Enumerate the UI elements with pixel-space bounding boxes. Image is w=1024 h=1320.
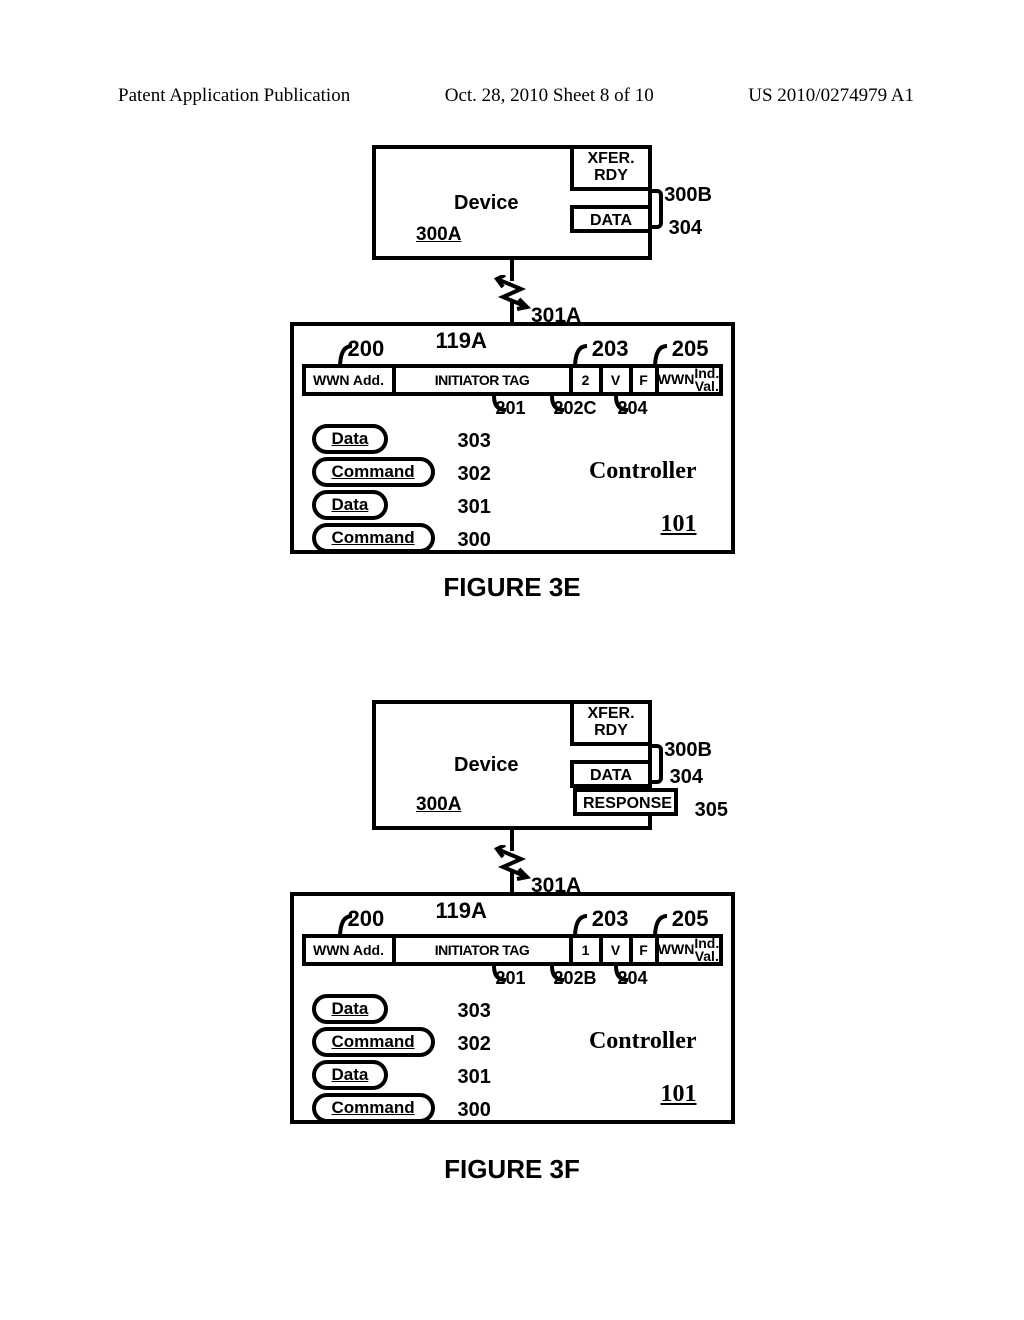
rdy-text: RDY	[580, 723, 642, 740]
controller-box: 119A 200 203 205 WWN Add. INITIATOR TAG …	[290, 322, 735, 554]
device-ref: 300A	[416, 794, 461, 816]
queue-row: Data 303	[312, 994, 435, 1024]
cell-count: 1	[569, 934, 603, 966]
figure-3e: Device 300A XFER. RDY DATA 300B 304 301A…	[0, 145, 1024, 603]
controller-ref: 101	[661, 511, 697, 538]
queue-pill: Command	[312, 1093, 435, 1123]
cell-ind-line1: WWN	[658, 943, 695, 956]
ref-205: 205	[672, 336, 709, 362]
cell-initiator-tag: INITIATOR TAG	[392, 364, 573, 396]
controller-ref: 101	[661, 1081, 697, 1108]
device-box: Device 300A XFER. RDY DATA RESPONSE 300B…	[372, 700, 652, 830]
figure-3f: Device 300A XFER. RDY DATA RESPONSE 300B…	[0, 700, 1024, 1185]
connector: 301A	[507, 259, 517, 324]
queue-ref: 301	[458, 496, 491, 519]
bracket-300b	[649, 744, 663, 784]
connector: 301A	[507, 829, 517, 894]
ref-305: 305	[695, 799, 728, 822]
ref-200: 200	[348, 336, 385, 362]
queue-stack: Data 303 Command 302 Data 301 Command 30…	[312, 994, 435, 1126]
queue-pill: Data	[312, 994, 389, 1024]
cell-count: 2	[569, 364, 603, 396]
tag-row: WWN Add. INITIATOR TAG 1 V F WWN Ind. Va…	[302, 934, 723, 966]
device-box: Device 300A XFER. RDY DATA 300B 304	[372, 145, 652, 260]
ref-300b: 300B	[664, 184, 712, 207]
figure-caption: FIGURE 3F	[444, 1154, 580, 1185]
ref-201: 201	[496, 398, 526, 419]
ref-200: 200	[348, 906, 385, 932]
cell-wwn-ind-val: WWN Ind. Val.	[655, 934, 723, 966]
queue-pill: Command	[312, 523, 435, 553]
page-header: Patent Application Publication Oct. 28, …	[0, 85, 1024, 107]
ref-304: 304	[669, 217, 702, 240]
cell-wwn-add: WWN Add.	[302, 934, 396, 966]
response-cell: RESPONSE	[573, 788, 678, 816]
cell-ind-line2: Ind. Val.	[694, 367, 719, 394]
header-right: US 2010/0274979 A1	[748, 85, 914, 107]
controller-label: Controller	[589, 458, 697, 485]
bracket-300b	[649, 189, 663, 229]
cell-v: V	[599, 364, 633, 396]
queue-row: Command 302	[312, 1027, 435, 1057]
ref-300b: 300B	[664, 739, 712, 762]
device-ref: 300A	[416, 224, 461, 246]
ref-204: 204	[618, 398, 648, 419]
queue-ref: 302	[458, 463, 491, 486]
rdy-text: RDY	[580, 168, 642, 185]
xfer-rdy-cell: XFER. RDY	[570, 700, 652, 746]
header-center: Oct. 28, 2010 Sheet 8 of 10	[445, 85, 654, 107]
queue-row: Data 301	[312, 1060, 435, 1090]
cell-ind-line2: Ind. Val.	[694, 937, 719, 964]
queue-ref: 303	[458, 1000, 491, 1023]
data-cell: DATA	[570, 205, 652, 233]
ref-204: 204	[618, 968, 648, 989]
device-label: Device	[454, 754, 519, 777]
queue-ref: 300	[458, 529, 491, 552]
queue-pill: Command	[312, 1027, 435, 1057]
ref-203: 203	[592, 336, 629, 362]
queue-row: Data 301	[312, 490, 435, 520]
controller-label: Controller	[589, 1028, 697, 1055]
queue-ref: 302	[458, 1033, 491, 1056]
connector-line-bottom	[510, 302, 514, 324]
queue-ref: 301	[458, 1066, 491, 1089]
queue-pill: Data	[312, 424, 389, 454]
queue-row: Data 303	[312, 424, 435, 454]
ref-202: 202B	[554, 968, 597, 989]
device-label: Device	[454, 192, 519, 215]
tag-row: WWN Add. INITIATOR TAG 2 V F WWN Ind. Va…	[302, 364, 723, 396]
ref-203: 203	[592, 906, 629, 932]
cell-initiator-tag: INITIATOR TAG	[392, 934, 573, 966]
ref-119a: 119A	[436, 328, 487, 354]
ref-202: 202C	[554, 398, 597, 419]
connector-line-bottom	[510, 872, 514, 894]
cell-wwn-add: WWN Add.	[302, 364, 396, 396]
cell-wwn-ind-val: WWN Ind. Val.	[655, 364, 723, 396]
queue-pill: Data	[312, 490, 389, 520]
xfer-rdy-cell: XFER. RDY	[570, 145, 652, 191]
controller-box: 119A 200 203 205 WWN Add. INITIATOR TAG …	[290, 892, 735, 1124]
queue-pill: Command	[312, 457, 435, 487]
xfer-text: XFER.	[580, 151, 642, 168]
ref-119a: 119A	[436, 898, 487, 924]
queue-row: Command 300	[312, 1093, 435, 1123]
queue-row: Command 302	[312, 457, 435, 487]
ref-304: 304	[670, 766, 703, 789]
cell-ind-line1: WWN	[658, 373, 695, 386]
queue-stack: Data 303 Command 302 Data 301 Command 30…	[312, 424, 435, 556]
ref-205: 205	[672, 906, 709, 932]
queue-row: Command 300	[312, 523, 435, 553]
cell-v: V	[599, 934, 633, 966]
ref-201: 201	[496, 968, 526, 989]
header-left: Patent Application Publication	[118, 85, 350, 107]
figure-caption: FIGURE 3E	[443, 572, 580, 603]
queue-ref: 303	[458, 430, 491, 453]
queue-pill: Data	[312, 1060, 389, 1090]
data-cell: DATA	[570, 760, 652, 788]
xfer-text: XFER.	[580, 706, 642, 723]
queue-ref: 300	[458, 1099, 491, 1122]
